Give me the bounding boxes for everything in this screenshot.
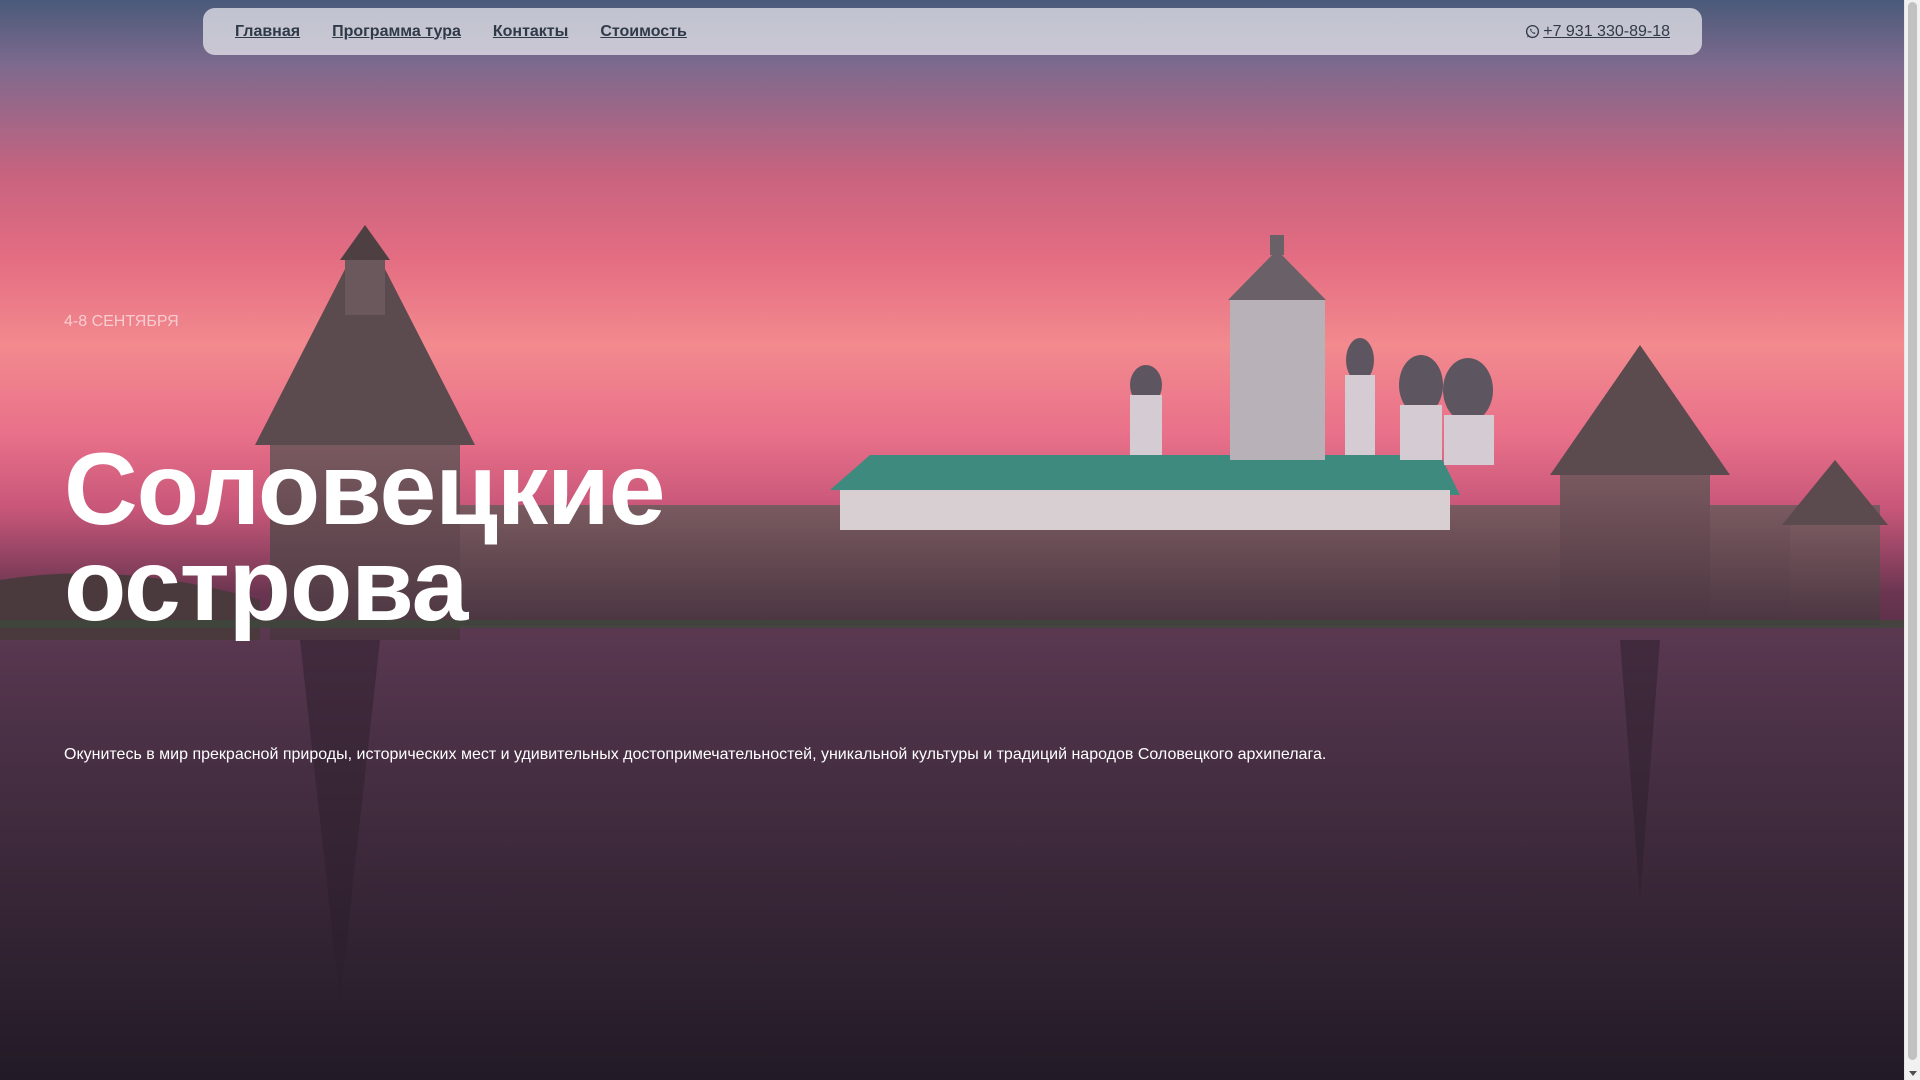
hero-subtitle: Окунитесь в мир прекрасной природы, исто… [64, 746, 1327, 763]
page: Главная Программа тура Контакты Стоимост… [0, 0, 1920, 1080]
nav-link-tour-program[interactable]: Программа тура [332, 23, 461, 41]
phone-link[interactable]: +7 931 330-89-18 [1525, 23, 1670, 41]
nav-link-price[interactable]: Стоимость [600, 23, 687, 41]
nav-link-home[interactable]: Главная [235, 23, 300, 41]
nav-link-contacts[interactable]: Контакты [493, 23, 568, 41]
scrollbar-thumb[interactable] [1908, 2, 1917, 1060]
phone-number: +7 931 330-89-18 [1543, 22, 1670, 40]
top-navbar: Главная Программа тура Контакты Стоимост… [203, 8, 1702, 55]
tour-date: 4-8 сентября [64, 313, 179, 330]
page-scrollbar[interactable] [1904, 0, 1920, 1080]
scroll-down-arrow-icon[interactable] [1909, 1071, 1917, 1076]
hero-title-line-2: острова [64, 528, 468, 642]
hero-title: Соловецкие острова [64, 438, 665, 636]
whatsapp-icon [1525, 24, 1540, 39]
